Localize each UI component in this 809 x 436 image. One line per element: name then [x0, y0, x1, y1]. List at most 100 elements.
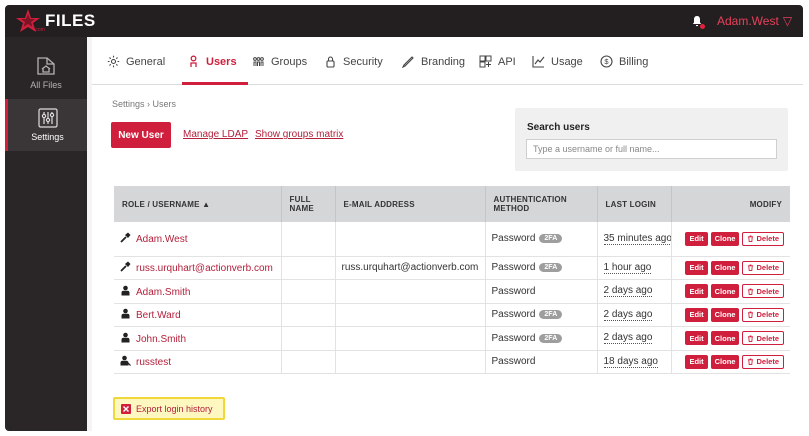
sidebar-item-label: All Files — [30, 80, 62, 90]
email-cell — [335, 326, 486, 351]
delete-label: Delete — [756, 234, 779, 244]
svg-text:$: $ — [604, 57, 609, 66]
tab-label: Security — [343, 55, 383, 68]
table-row: russtest Password 18 days ago Edit Clone Dele… — [114, 350, 790, 374]
edit-button[interactable]: Edit — [685, 260, 708, 275]
clone-button[interactable]: Clone — [710, 354, 740, 369]
last-login-cell: 2 days ago — [597, 303, 672, 327]
admin-wand-icon — [120, 261, 131, 272]
username-link[interactable]: John.Smith — [136, 334, 186, 345]
delete-label: Delete — [756, 263, 779, 273]
edit-button[interactable]: Edit — [685, 307, 708, 322]
export-login-history-button[interactable]: Export login history — [113, 397, 225, 420]
delete-button[interactable]: Delete — [742, 307, 784, 322]
tab-label: General — [126, 55, 166, 68]
chevron-down-icon: ▽ — [782, 14, 793, 28]
auth-method: Password — [491, 309, 536, 321]
username-link[interactable]: Adam.West — [136, 234, 188, 245]
trash-icon — [748, 358, 754, 366]
folder-icon — [35, 55, 57, 77]
auth-method: Password — [491, 233, 536, 245]
column-header-full-name: FULL NAME — [281, 186, 336, 222]
tab-general[interactable]: General — [107, 55, 165, 68]
edit-button[interactable]: Edit — [685, 331, 708, 346]
tab-security[interactable]: Security — [324, 55, 383, 68]
files-logo[interactable]: FILES — [15, 8, 96, 34]
delete-button[interactable]: Delete — [742, 331, 784, 346]
column-header-role-username[interactable]: ROLE / USERNAME ▲ — [114, 186, 282, 222]
user-icon — [120, 332, 131, 343]
search-title: Search users — [527, 122, 590, 133]
last-login-value: 18 days ago — [603, 355, 658, 368]
edit-button[interactable]: Edit — [685, 354, 708, 369]
edit-button[interactable]: Edit — [685, 284, 708, 299]
tab-label: Billing — [619, 55, 649, 68]
export-label: Export login history — [136, 403, 213, 414]
show-groups-matrix-link[interactable]: Show groups matrix — [255, 129, 343, 140]
tab-users[interactable]: Users — [187, 55, 237, 68]
role-username-cell: Bert.Ward — [114, 303, 282, 327]
user-icon — [120, 308, 131, 319]
modify-cell: Edit Clone Delete — [671, 303, 790, 327]
tab-branding[interactable]: Branding — [402, 55, 465, 68]
clone-button[interactable]: Clone — [710, 260, 740, 275]
tab-billing[interactable]: $ Billing — [600, 55, 648, 68]
limited-user-icon — [120, 355, 131, 367]
twofa-badge: 2FA — [539, 263, 563, 273]
auth-method-cell: Password — [485, 350, 598, 374]
role-username-cell: russtest — [114, 350, 282, 374]
full-name-cell — [281, 279, 336, 304]
last-login-cell: 1 hour ago — [597, 256, 672, 280]
edit-button[interactable]: Edit — [685, 231, 708, 246]
user-menu[interactable]: Adam.West ▽ — [717, 14, 792, 28]
groups-icon — [253, 57, 264, 66]
tab-label: Users — [206, 55, 237, 68]
sidebar-item-label: Settings — [31, 132, 64, 142]
trash-icon — [748, 311, 754, 319]
search-input[interactable] — [526, 139, 777, 159]
table-header-row: ROLE / USERNAME ▲ FULL NAME E-MAIL ADDRE… — [114, 186, 790, 222]
sidebar-item-all-files[interactable]: All Files — [5, 47, 87, 99]
sidebar-item-settings[interactable]: Settings — [5, 99, 87, 151]
tab-label: Groups — [271, 55, 308, 68]
delete-button[interactable]: Delete — [742, 231, 784, 246]
username-link[interactable]: Bert.Ward — [136, 310, 181, 321]
new-user-button[interactable]: New User — [111, 122, 171, 148]
username-link[interactable]: russ.urquhart@actionverb.com — [136, 263, 273, 274]
trash-icon — [748, 288, 754, 295]
username-link[interactable]: Adam.Smith — [136, 287, 190, 298]
clone-button[interactable]: Clone — [710, 307, 740, 322]
auth-method-cell: Password 2FA — [485, 222, 598, 257]
role-username-cell: Adam.West — [114, 222, 282, 257]
lock-icon — [326, 56, 335, 68]
username-link[interactable]: russtest — [136, 357, 171, 368]
tab-usage[interactable]: Usage — [532, 55, 583, 68]
user-name: Adam.West — [717, 14, 779, 28]
active-tab-indicator — [182, 82, 248, 85]
tab-api[interactable]: API — [479, 55, 516, 68]
auth-method: Password — [491, 285, 536, 297]
delete-button[interactable]: Delete — [742, 260, 784, 275]
clone-button[interactable]: Clone — [710, 231, 740, 246]
tab-groups[interactable]: Groups — [252, 55, 307, 68]
delete-button[interactable]: Delete — [742, 284, 784, 299]
table-row: Bert.Ward Password 2FA 2 days ago Edit Clone D… — [114, 303, 790, 327]
delete-label: Delete — [756, 310, 779, 320]
top-bar: FILES .com Adam.West ▽ — [5, 5, 803, 37]
delete-button[interactable]: Delete — [742, 354, 784, 369]
excel-icon — [121, 403, 131, 414]
api-icon — [479, 55, 492, 68]
delete-label: Delete — [756, 357, 779, 367]
notification-dot — [700, 24, 705, 29]
auth-method-cell: Password 2FA — [485, 256, 598, 280]
clone-button[interactable]: Clone — [710, 284, 740, 299]
modify-cell: Edit Clone Delete — [671, 279, 790, 304]
last-login-value: 35 minutes ago — [603, 232, 671, 245]
full-name-cell — [281, 303, 336, 327]
full-name-cell — [281, 350, 336, 374]
manage-ldap-link[interactable]: Manage LDAP — [183, 129, 248, 140]
full-name-cell — [281, 222, 336, 257]
admin-wand-icon — [120, 232, 131, 243]
clone-button[interactable]: Clone — [710, 331, 740, 346]
email-cell — [335, 279, 486, 304]
